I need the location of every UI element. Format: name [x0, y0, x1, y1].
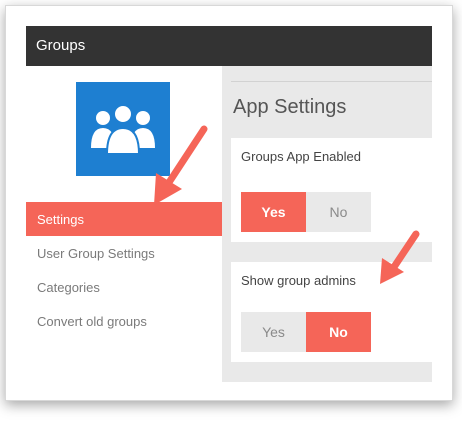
sidebar-item-categories[interactable]: Categories	[26, 270, 222, 304]
sidebar-item-settings[interactable]: Settings	[26, 202, 222, 236]
sidebar-item-convert-old-groups[interactable]: Convert old groups	[26, 304, 222, 338]
setting-panel-groups-app-enabled: Groups App Enabled Yes No	[231, 138, 432, 242]
page-title: App Settings	[233, 96, 347, 118]
groups-app-enabled-toggle: Yes No	[241, 192, 371, 232]
setting-label: Show group admins	[241, 273, 356, 288]
users-group-icon	[76, 82, 170, 176]
setting-label: Groups App Enabled	[241, 149, 361, 164]
sidebar: Settings User Group Settings Categories …	[26, 66, 222, 382]
title-bar: Groups	[26, 26, 432, 66]
show-group-admins-toggle: Yes No	[241, 312, 371, 352]
divider	[231, 81, 432, 82]
yes-option-button[interactable]: Yes	[241, 312, 306, 352]
no-option-button[interactable]: No	[306, 312, 371, 352]
sidebar-item-label: Convert old groups	[37, 314, 147, 329]
sidebar-item-label: Categories	[37, 280, 100, 295]
screenshot-frame: Groups Settings User Group Settings Cate…	[5, 5, 453, 401]
sidebar-item-label: User Group Settings	[37, 246, 155, 261]
yes-option-button[interactable]: Yes	[241, 192, 306, 232]
app-title: Groups	[36, 37, 86, 54]
main-content: App Settings Groups App Enabled Yes No S…	[222, 66, 432, 382]
sidebar-item-user-group-settings[interactable]: User Group Settings	[26, 236, 222, 270]
no-option-button[interactable]: No	[306, 192, 371, 232]
sidebar-item-label: Settings	[37, 212, 84, 227]
setting-panel-show-group-admins: Show group admins Yes No	[231, 262, 432, 362]
